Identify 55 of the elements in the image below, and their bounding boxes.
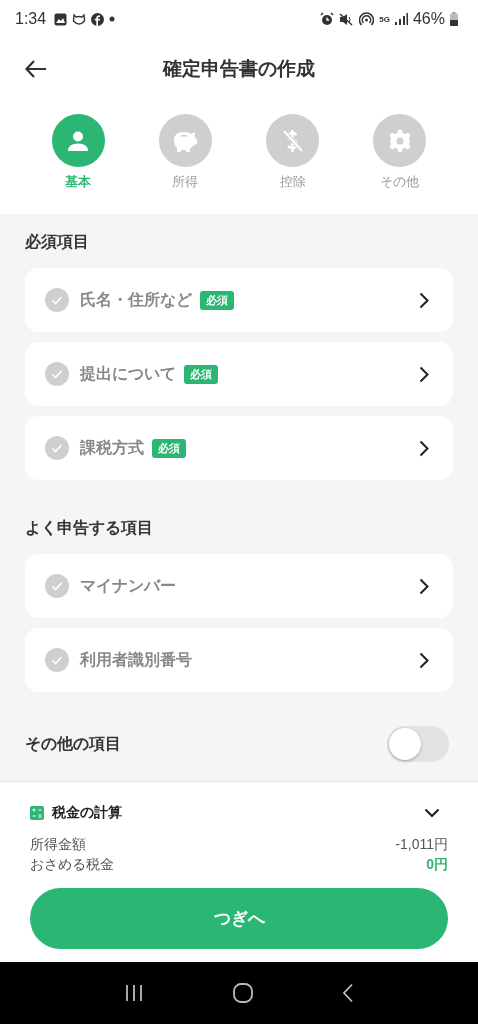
summary-value: 0円 <box>426 855 448 874</box>
section-title: 必須項目 <box>25 232 90 252</box>
summary-label: 所得金額 <box>30 835 86 854</box>
network-type: 5G <box>379 14 390 24</box>
crossed-dollar-icon <box>280 127 305 154</box>
step-tab[interactable] <box>51 114 105 167</box>
list-item[interactable]: 氏名・住所など 必須 <box>25 268 453 332</box>
status-time: 1:34 <box>15 10 47 28</box>
step-label: 所得 <box>172 173 199 191</box>
back-icon[interactable] <box>341 983 354 1003</box>
person-icon <box>67 129 89 152</box>
item-label: 利用者識別番号 <box>80 649 192 670</box>
chevron-right-icon <box>419 651 429 669</box>
toggle-switch[interactable] <box>387 726 449 762</box>
back-arrow-icon[interactable] <box>25 60 47 78</box>
chevron-right-icon <box>419 365 429 383</box>
chevron-right-icon <box>419 291 429 309</box>
required-badge: 必須 <box>184 364 218 384</box>
facebook-icon <box>91 12 105 26</box>
hotspot-icon <box>359 12 375 26</box>
required-badge: 必須 <box>200 290 234 310</box>
chevron-right-icon <box>419 439 429 457</box>
list-item[interactable]: 課税方式 必須 <box>25 416 453 480</box>
list-item[interactable]: 提出について 必須 <box>25 342 453 406</box>
chevron-down-icon[interactable] <box>424 808 440 818</box>
mute-icon <box>339 12 355 26</box>
item-label: 提出について <box>80 363 176 384</box>
tax-calc-title: 税金の計算 <box>52 804 122 822</box>
battery-icon <box>450 12 458 26</box>
next-button[interactable]: つぎへ <box>30 888 448 949</box>
recent-apps-icon[interactable] <box>124 984 145 1002</box>
section-title: よく申告する項目 <box>25 518 154 538</box>
list-item[interactable]: 利用者識別番号 <box>25 628 453 692</box>
list-item[interactable]: マイナンバー <box>25 554 453 618</box>
battery-percent: 46% <box>412 10 445 28</box>
item-label: 課税方式 <box>80 437 144 458</box>
chevron-right-icon <box>419 577 429 595</box>
step-label: 控除 <box>279 173 306 191</box>
toggle-label: その他の項目 <box>25 733 121 754</box>
step-label: その他 <box>380 173 420 191</box>
dot-icon <box>109 16 116 22</box>
alarm-icon <box>320 12 335 26</box>
summary-label: おさめる税金 <box>30 855 114 874</box>
cat-face-icon <box>72 12 87 26</box>
gear-icon <box>388 128 412 153</box>
item-label: 氏名・住所など <box>80 289 192 311</box>
summary-value: -1,011円 <box>395 835 448 854</box>
home-icon[interactable] <box>233 983 253 1003</box>
gallery-icon <box>54 12 68 26</box>
required-badge: 必須 <box>152 438 186 458</box>
signal-icon <box>394 13 408 25</box>
step-label: 基本 <box>65 173 91 191</box>
item-label: マイナンバー <box>80 575 176 596</box>
calculator-icon <box>30 806 44 820</box>
page-title: 確定申告書の作成 <box>163 57 315 81</box>
